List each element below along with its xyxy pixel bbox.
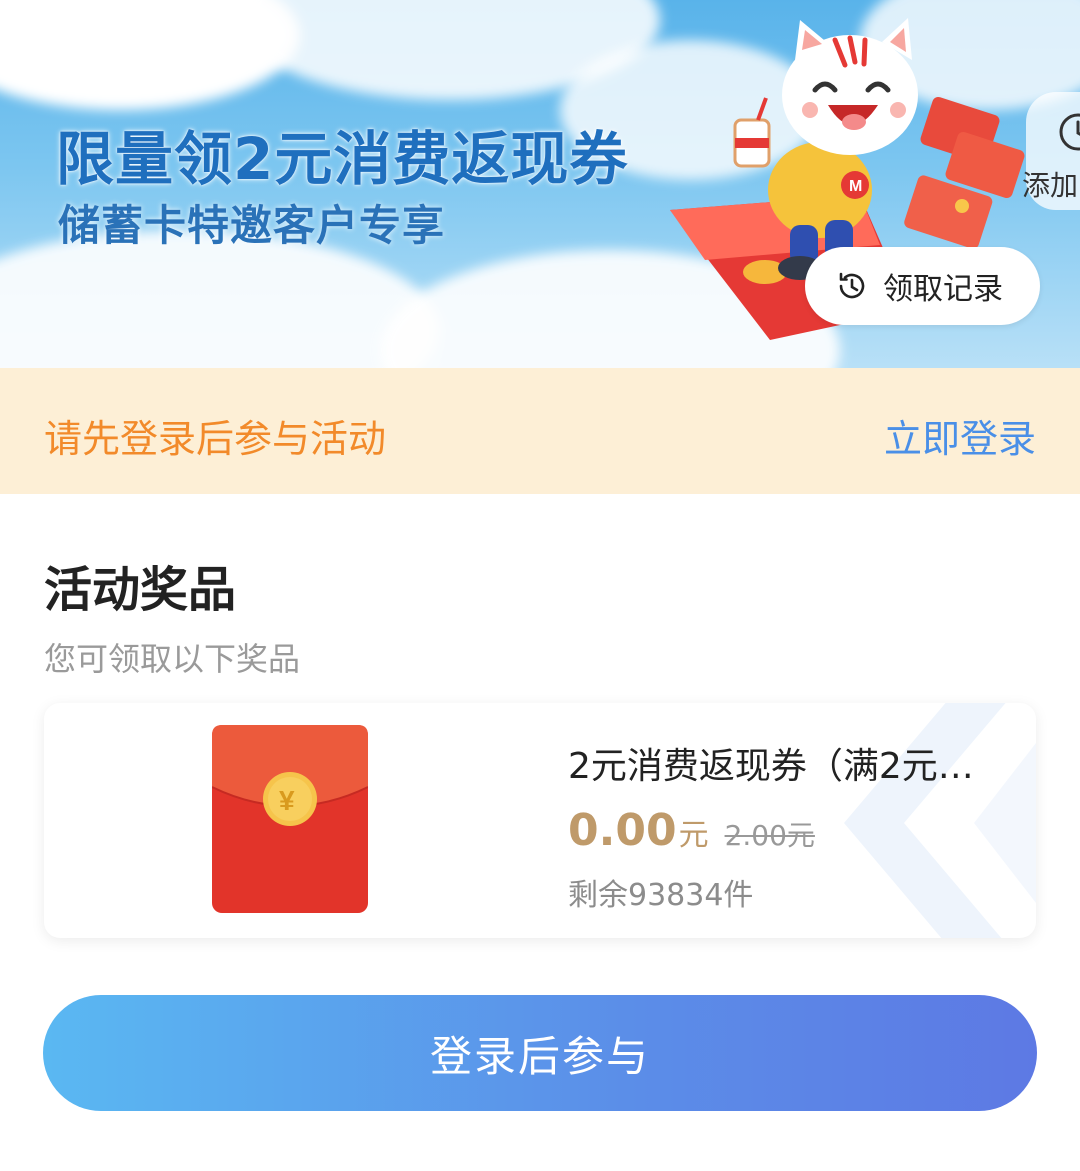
prize-card[interactable]: ¥ 2元消费返现券（满2元… 0.00 元 2.00元 剩余93834件 — [44, 703, 1036, 938]
svg-text:M: M — [849, 178, 862, 195]
login-prompt-text: 请先登录后参与活动 — [44, 417, 387, 461]
add-chip-label: 添加 — [1022, 169, 1079, 202]
prize-info: 2元消费返现券（满2元… 0.00 元 2.00元 剩余93834件 — [568, 737, 1018, 914]
prize-price-unit: 元 — [678, 818, 709, 853]
history-icon — [839, 272, 865, 299]
prize-name: 2元消费返现券（满2元… — [568, 746, 974, 787]
prize-price: 0.00 — [568, 805, 677, 856]
cta-label: 登录后参与 — [429, 1031, 650, 1081]
prize-original-price: 2.00元 — [724, 819, 815, 852]
hero-banner: 限量领2元消费返现券 储蓄卡特邀客户专享 M 添加 领取记录 — [0, 0, 1080, 368]
login-notice-bar: 请先登录后参与活动 立即登录 — [0, 368, 1080, 494]
prize-stock: 剩余93834件 — [568, 878, 754, 913]
claim-record-label: 领取记录 — [883, 272, 1003, 307]
clock-icon — [1059, 113, 1080, 151]
svg-text:¥: ¥ — [279, 785, 295, 816]
section-subtitle: 您可领取以下奖品 — [44, 640, 301, 678]
price-row: 0.00 元 2.00元 — [568, 805, 1018, 856]
login-to-participate-button[interactable]: 登录后参与 — [43, 995, 1037, 1111]
banner-subtitle: 储蓄卡特邀客户专享 — [58, 201, 446, 250]
floating-add-chip[interactable]: 添加 — [1022, 92, 1080, 210]
red-envelope-icon: ¥ — [212, 725, 368, 913]
section-title: 活动奖品 — [44, 562, 237, 618]
banner-title: 限量领2元消费返现券 — [56, 125, 629, 193]
login-now-link[interactable]: 立即登录 — [884, 408, 1036, 463]
claim-record-button[interactable]: 领取记录 — [805, 247, 1040, 325]
